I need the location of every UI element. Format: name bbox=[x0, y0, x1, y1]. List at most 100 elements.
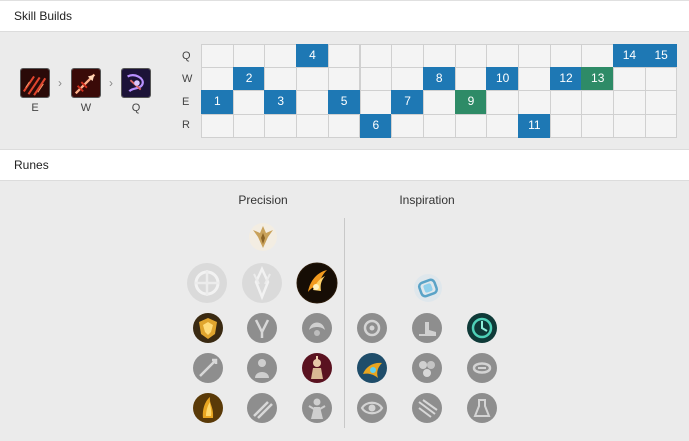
coup-de-grace-icon[interactable] bbox=[192, 392, 224, 424]
skill-level-cell-empty bbox=[486, 44, 519, 69]
cosmic-insight-icon[interactable] bbox=[356, 392, 388, 424]
skill-level-cell-empty bbox=[327, 113, 361, 138]
magical-footwear-icon[interactable] bbox=[411, 312, 443, 344]
cut-down-icon[interactable] bbox=[246, 392, 278, 424]
press-the-attack-icon[interactable] bbox=[186, 262, 228, 304]
skill-level-cell-empty bbox=[549, 113, 583, 138]
skill-level-cell-empty bbox=[613, 67, 646, 92]
skill-level-cell-empty bbox=[613, 113, 646, 138]
skill-level-cell-empty bbox=[486, 113, 519, 138]
approach-velocity-icon[interactable] bbox=[411, 392, 443, 424]
skill-level-cell-empty bbox=[264, 44, 298, 69]
perfect-timing-icon[interactable] bbox=[466, 312, 498, 344]
e-ability-icon bbox=[20, 68, 50, 98]
skill-level-cell-empty bbox=[296, 90, 329, 115]
skill-level-cell-empty bbox=[549, 90, 583, 115]
skill-level-cell-empty bbox=[422, 90, 456, 115]
skill-level-grid: 4 14 15 2 8 10 12 13 1 3 5 7 9 6 11 bbox=[201, 44, 678, 138]
skill-level-cell-empty bbox=[391, 67, 424, 92]
skill-level-cell-empty bbox=[359, 44, 393, 69]
skill-level-cell-empty bbox=[644, 67, 678, 92]
skill-level-cell-empty bbox=[581, 90, 615, 115]
skill-level-cell-empty bbox=[201, 113, 234, 138]
row-label-q: Q bbox=[182, 50, 191, 62]
inspiration-tree-icon bbox=[413, 273, 443, 303]
skill-level-cell-empty bbox=[327, 67, 361, 92]
skill-level-cell-w-2: 2 bbox=[232, 67, 266, 92]
skill-level-cell-empty bbox=[644, 113, 678, 138]
presence-of-mind-icon[interactable] bbox=[301, 312, 333, 344]
skill-level-cell-empty bbox=[454, 67, 488, 92]
skill-level-cell-empty bbox=[391, 113, 424, 138]
runes-header: Runes bbox=[0, 149, 689, 181]
legend-alacrity-icon[interactable] bbox=[192, 352, 224, 384]
skill-order-slot-3: Q bbox=[121, 68, 151, 114]
skill-level-cell-empty bbox=[232, 44, 266, 69]
skill-level-cell-empty bbox=[518, 44, 551, 69]
skill-level-cell-empty bbox=[581, 113, 615, 138]
futures-market-icon[interactable] bbox=[356, 352, 388, 384]
row-label-e: E bbox=[182, 96, 190, 108]
skill-level-cell-empty bbox=[486, 90, 519, 115]
legend-tenacity-icon[interactable] bbox=[246, 352, 278, 384]
skill-level-cell-empty bbox=[359, 67, 393, 92]
skill-level-cell-w-8: 8 bbox=[422, 67, 456, 92]
skill-order-slot-1: E bbox=[20, 68, 50, 114]
skill-level-cell-empty bbox=[201, 67, 234, 92]
chevron-right-icon: › bbox=[109, 76, 113, 90]
w-ability-icon bbox=[71, 68, 101, 98]
skill-level-cell-empty bbox=[581, 44, 615, 69]
skill-order-slot-2: W bbox=[71, 68, 101, 114]
overheal-icon[interactable] bbox=[192, 312, 224, 344]
skill-level-cell-q-4: 4 bbox=[296, 44, 329, 69]
skill-builds-header: Skill Builds bbox=[0, 0, 689, 32]
fleet-footwork-icon[interactable] bbox=[296, 262, 338, 304]
skill-level-cell-r-11: 11 bbox=[518, 113, 551, 138]
primary-tree-title: Precision bbox=[238, 193, 288, 207]
hextech-flashtraption-icon[interactable] bbox=[356, 312, 388, 344]
skill-level-cell-empty bbox=[232, 90, 266, 115]
skill-order-key-2: W bbox=[80, 102, 92, 114]
skill-level-cell-w-13: 13 bbox=[581, 67, 615, 92]
biscuit-delivery-icon[interactable] bbox=[466, 352, 498, 384]
lethal-tempo-icon[interactable] bbox=[241, 262, 283, 304]
chevron-right-icon: › bbox=[58, 76, 62, 90]
skill-level-cell-empty bbox=[422, 44, 456, 69]
q-ability-icon bbox=[121, 68, 151, 98]
skill-order: E › W › Q bbox=[20, 68, 160, 118]
skill-level-cell-e-1: 1 bbox=[201, 90, 234, 115]
precision-tree-icon bbox=[248, 222, 278, 252]
time-warp-tonic-icon[interactable] bbox=[466, 392, 498, 424]
skill-level-cell-empty bbox=[549, 44, 583, 69]
skill-level-cell-empty bbox=[518, 90, 551, 115]
skill-level-cell-empty bbox=[454, 44, 488, 69]
skill-level-cell-empty bbox=[454, 113, 488, 138]
skill-level-cell-empty bbox=[613, 90, 646, 115]
skill-level-cell-empty bbox=[359, 90, 393, 115]
runes-panel: Precision Inspiration bbox=[0, 182, 689, 441]
skill-level-cell-empty bbox=[422, 113, 456, 138]
row-label-r: R bbox=[182, 119, 190, 131]
triumph-icon[interactable] bbox=[246, 312, 278, 344]
skill-level-cell-q-14: 14 bbox=[613, 44, 646, 69]
skill-level-cell-e-5: 5 bbox=[327, 90, 361, 115]
skill-level-cell-empty bbox=[327, 44, 361, 69]
skill-order-key-3: Q bbox=[131, 102, 141, 114]
skill-order-key-1: E bbox=[31, 102, 39, 114]
skill-builds-panel: E › W › Q Q W E R 4 14 15 2 8 10 12 13 1 3 5 7 9 6 11 bbox=[0, 32, 689, 149]
skill-level-cell-w-10: 10 bbox=[486, 67, 519, 92]
skill-level-cell-empty bbox=[296, 67, 329, 92]
skill-level-cell-empty bbox=[232, 113, 266, 138]
skill-level-cell-empty bbox=[296, 113, 329, 138]
skill-level-cell-w-12: 12 bbox=[549, 67, 583, 92]
legend-bloodline-icon[interactable] bbox=[301, 352, 333, 384]
skill-level-cell-e-9: 9 bbox=[454, 90, 488, 115]
minion-dematerializer-icon[interactable] bbox=[411, 352, 443, 384]
skill-level-cell-empty bbox=[644, 90, 678, 115]
runes-title: Runes bbox=[14, 158, 49, 172]
skill-level-cell-empty bbox=[391, 44, 424, 69]
secondary-tree-title: Inspiration bbox=[399, 193, 455, 207]
skill-level-cell-empty bbox=[264, 113, 298, 138]
skill-level-cell-r-6: 6 bbox=[359, 113, 393, 138]
last-stand-icon[interactable] bbox=[301, 392, 333, 424]
